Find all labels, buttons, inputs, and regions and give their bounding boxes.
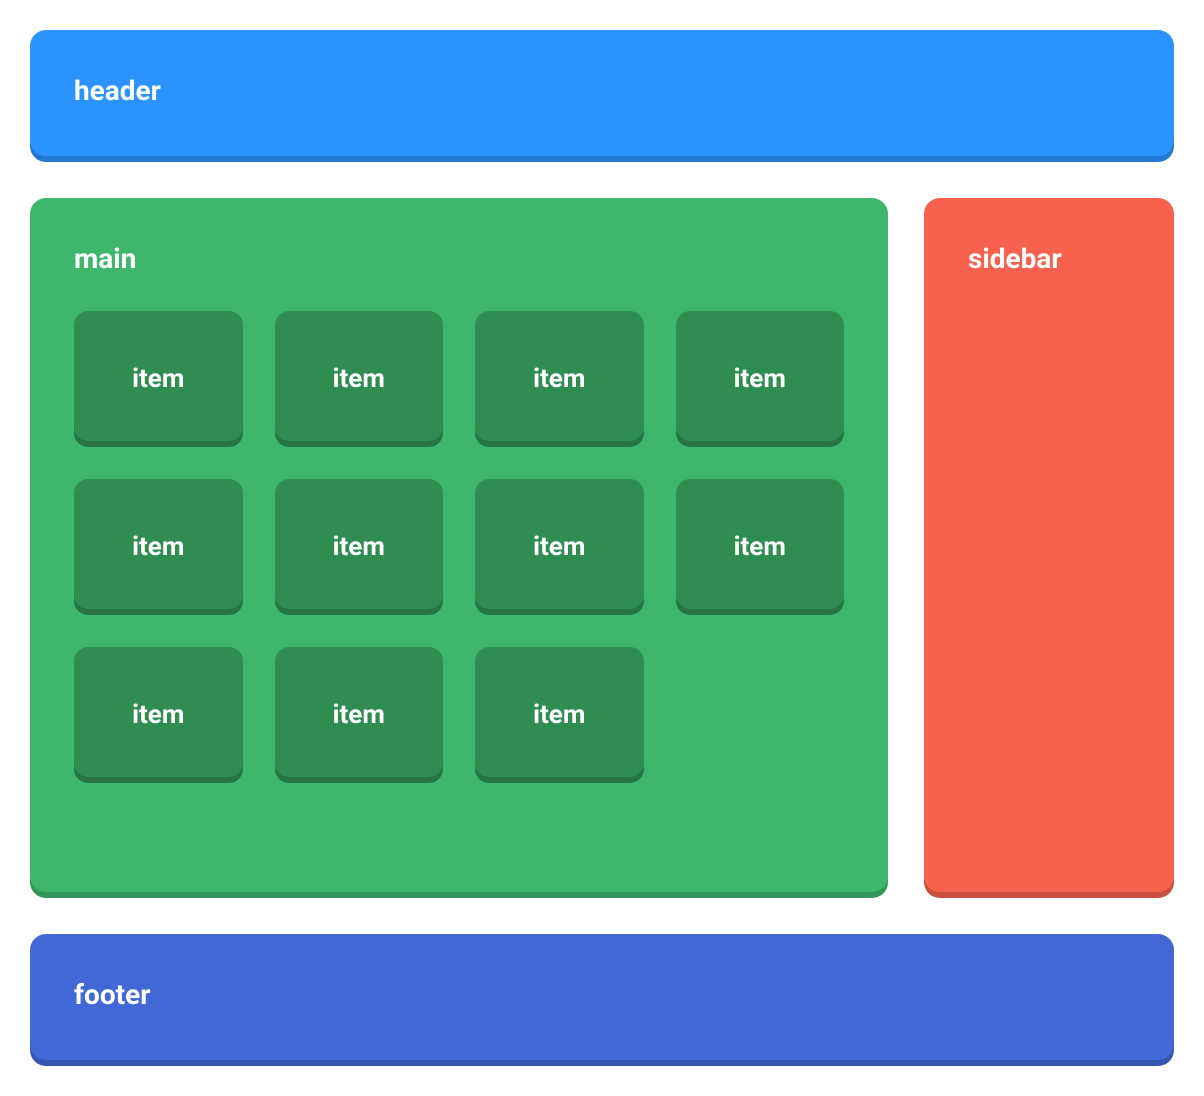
- item-label: item: [533, 364, 585, 394]
- grid-item: item: [74, 647, 243, 783]
- item-label: item: [132, 364, 184, 394]
- grid-item: item: [74, 479, 243, 615]
- item-label: item: [132, 532, 184, 562]
- footer-region: footer: [30, 934, 1174, 1066]
- item-label: item: [333, 532, 385, 562]
- main-label: main: [74, 242, 844, 275]
- main-region: main item item item item item item item …: [30, 198, 888, 898]
- grid-item: item: [676, 311, 845, 447]
- item-label: item: [132, 700, 184, 730]
- grid-item: item: [275, 647, 444, 783]
- grid-item: item: [475, 647, 644, 783]
- item-label: item: [533, 532, 585, 562]
- grid-item: item: [676, 479, 845, 615]
- grid-item: item: [275, 311, 444, 447]
- item-label: item: [734, 364, 786, 394]
- item-label: item: [333, 700, 385, 730]
- sidebar-region: sidebar: [924, 198, 1174, 898]
- layout-grid: header main item item item item item ite…: [30, 30, 1174, 1066]
- grid-item: item: [475, 479, 644, 615]
- header-label: header: [74, 74, 161, 107]
- sidebar-label: sidebar: [968, 242, 1062, 275]
- item-label: item: [533, 700, 585, 730]
- grid-item: item: [275, 479, 444, 615]
- footer-label: footer: [74, 978, 150, 1011]
- item-label: item: [333, 364, 385, 394]
- grid-item: item: [74, 311, 243, 447]
- grid-item: item: [475, 311, 644, 447]
- items-grid: item item item item item item item item …: [74, 311, 844, 783]
- header-region: header: [30, 30, 1174, 162]
- item-label: item: [734, 532, 786, 562]
